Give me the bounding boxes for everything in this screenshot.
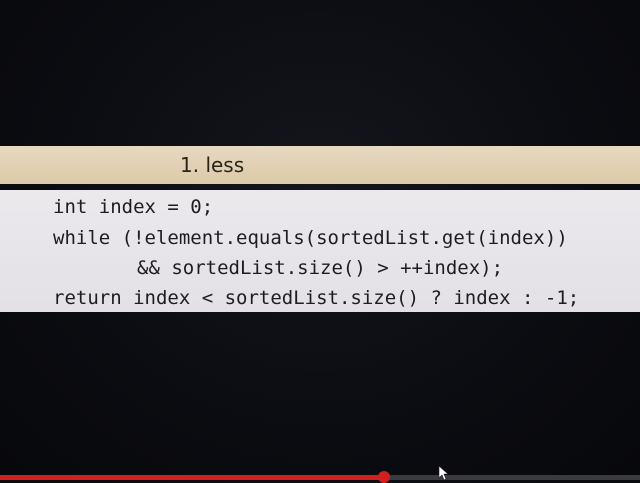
video-scrubber-handle[interactable]: [378, 471, 390, 483]
video-progress-bar[interactable]: [0, 471, 640, 483]
slide-header: 1. less: [0, 146, 640, 184]
video-progress-fill: [0, 475, 384, 480]
code-block: int index = 0; while (!element.equals(so…: [0, 190, 640, 312]
code-line-1: int index = 0;: [53, 196, 214, 218]
code-line-2: while (!element.equals(sortedList.get(in…: [53, 227, 568, 249]
mouse-pointer-icon: [438, 466, 448, 480]
slide-title: 1. less: [180, 153, 245, 177]
code-line-3: && sortedList.size() > ++index);: [137, 257, 504, 279]
code-line-4: return index < sortedList.size() ? index…: [53, 287, 580, 309]
